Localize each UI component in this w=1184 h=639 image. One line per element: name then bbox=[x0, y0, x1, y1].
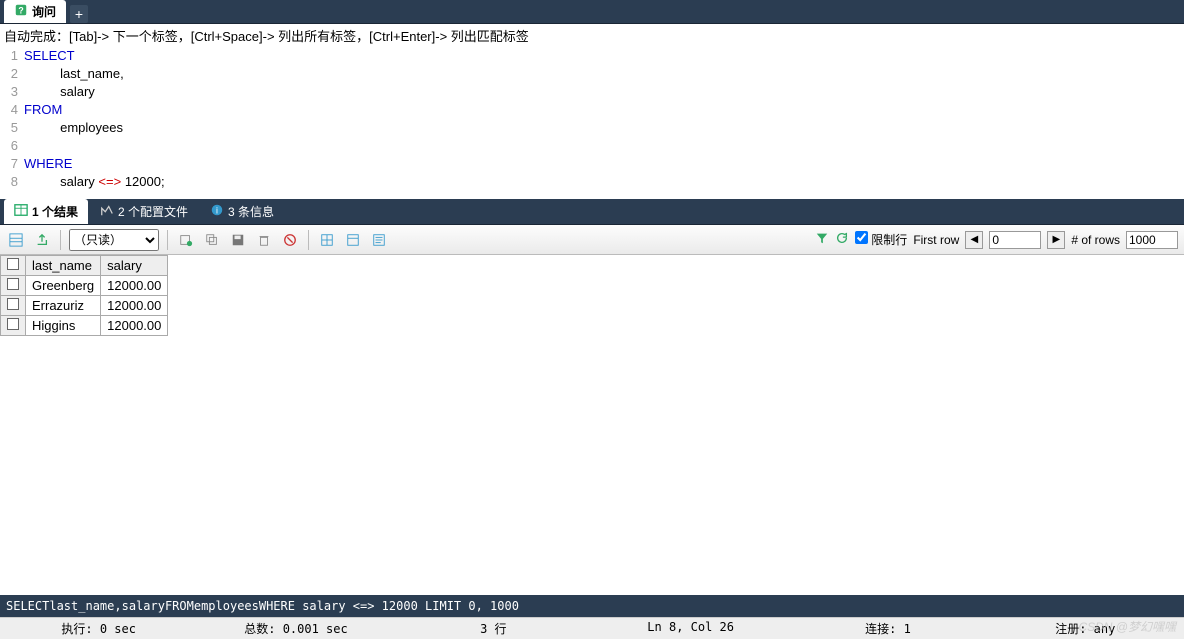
toolbar-separator bbox=[308, 230, 309, 250]
status-conn: 连接: 1 bbox=[789, 620, 986, 637]
table-row[interactable]: Greenberg12000.00 bbox=[1, 276, 168, 296]
view-grid-icon[interactable] bbox=[317, 230, 337, 250]
table-icon bbox=[14, 203, 28, 220]
query-icon: ? bbox=[14, 3, 28, 20]
cancel-icon[interactable] bbox=[280, 230, 300, 250]
first-row-label: First row bbox=[913, 233, 959, 247]
status-rows: 3 行 bbox=[395, 620, 592, 637]
cell-last-name[interactable]: Higgins bbox=[26, 316, 101, 336]
status-pos: Ln 8, Col 26 bbox=[592, 620, 789, 637]
edit-mode-select[interactable]: （只读） bbox=[69, 229, 159, 251]
duplicate-row-icon[interactable] bbox=[202, 230, 222, 250]
refresh-icon[interactable] bbox=[835, 231, 849, 248]
tab-query-label: 询问 bbox=[32, 3, 56, 20]
editor-tab-bar: ? 询问 + bbox=[0, 0, 1184, 24]
limit-rows-label: 限制行 bbox=[871, 233, 907, 247]
cell-last-name[interactable]: Greenberg bbox=[26, 276, 101, 296]
status-total: 总数: 0.001 sec bbox=[197, 620, 394, 637]
cell-last-name[interactable]: Errazuriz bbox=[26, 296, 101, 316]
first-row-input[interactable] bbox=[989, 231, 1041, 249]
view-form-icon[interactable] bbox=[343, 230, 363, 250]
grid-view-icon[interactable] bbox=[6, 230, 26, 250]
code-area[interactable]: SELECT last_name, salaryFROM employees W… bbox=[24, 47, 1184, 199]
watermark: CSDN @梦幻嘿嘿 bbox=[1078, 618, 1176, 635]
results-grid-area: last_namesalaryGreenberg12000.00Errazuri… bbox=[0, 255, 1184, 595]
add-row-icon[interactable] bbox=[176, 230, 196, 250]
num-rows-label: # of rows bbox=[1071, 233, 1120, 247]
row-select-cell[interactable] bbox=[1, 276, 26, 296]
tab-add[interactable]: + bbox=[70, 5, 88, 23]
tab-results-label: 1 个结果 bbox=[32, 203, 78, 220]
cell-salary[interactable]: 12000.00 bbox=[101, 296, 168, 316]
export-icon[interactable] bbox=[32, 230, 52, 250]
row-select-cell[interactable] bbox=[1, 316, 26, 336]
results-grid[interactable]: last_namesalaryGreenberg12000.00Errazuri… bbox=[0, 255, 168, 336]
sql-editor[interactable]: 12345678 SELECT last_name, salaryFROM em… bbox=[0, 47, 1184, 199]
num-rows-input[interactable] bbox=[1126, 231, 1178, 249]
status-bar: 执行: 0 sec 总数: 0.001 sec 3 行 Ln 8, Col 26… bbox=[0, 617, 1184, 639]
row-select-cell[interactable] bbox=[1, 296, 26, 316]
table-row[interactable]: Errazuriz12000.00 bbox=[1, 296, 168, 316]
cell-salary[interactable]: 12000.00 bbox=[101, 276, 168, 296]
column-header[interactable]: salary bbox=[101, 256, 168, 276]
info-icon: i bbox=[210, 203, 224, 220]
svg-text:i: i bbox=[216, 206, 218, 216]
cell-salary[interactable]: 12000.00 bbox=[101, 316, 168, 336]
profile-icon bbox=[100, 203, 114, 220]
tab-results[interactable]: 1 个结果 bbox=[4, 199, 88, 224]
select-all-cell[interactable] bbox=[1, 256, 26, 276]
next-page-button[interactable]: ▶ bbox=[1047, 231, 1065, 249]
delete-row-icon[interactable] bbox=[254, 230, 274, 250]
save-icon[interactable] bbox=[228, 230, 248, 250]
view-text-icon[interactable] bbox=[369, 230, 389, 250]
status-sql: SELECTlast_name,salaryFROMemployeesWHERE… bbox=[0, 595, 1184, 617]
status-exec: 执行: 0 sec bbox=[0, 620, 197, 637]
tab-messages[interactable]: i 3 条信息 bbox=[200, 199, 284, 224]
results-toolbar: （只读） 限制行 First row ◀ ▶ # of rows bbox=[0, 225, 1184, 255]
prev-page-button[interactable]: ◀ bbox=[965, 231, 983, 249]
table-row[interactable]: Higgins12000.00 bbox=[1, 316, 168, 336]
autocomplete-hint: 自动完成：[Tab]-> 下一个标签，[Ctrl+Space]-> 列出所有标签… bbox=[0, 24, 1184, 47]
line-gutter: 12345678 bbox=[0, 47, 24, 199]
limit-rows-checkbox[interactable]: 限制行 bbox=[855, 231, 907, 248]
tab-query[interactable]: ? 询问 bbox=[4, 0, 66, 23]
filter-icon[interactable] bbox=[815, 231, 829, 248]
column-header[interactable]: last_name bbox=[26, 256, 101, 276]
tab-messages-label: 3 条信息 bbox=[228, 203, 274, 220]
plus-icon: + bbox=[75, 6, 83, 22]
svg-text:?: ? bbox=[18, 6, 23, 16]
results-tab-bar: 1 个结果 2 个配置文件 i 3 条信息 bbox=[0, 199, 1184, 225]
tab-profiles-label: 2 个配置文件 bbox=[118, 203, 188, 220]
tab-profiles[interactable]: 2 个配置文件 bbox=[90, 199, 198, 224]
toolbar-separator bbox=[60, 230, 61, 250]
toolbar-separator bbox=[167, 230, 168, 250]
